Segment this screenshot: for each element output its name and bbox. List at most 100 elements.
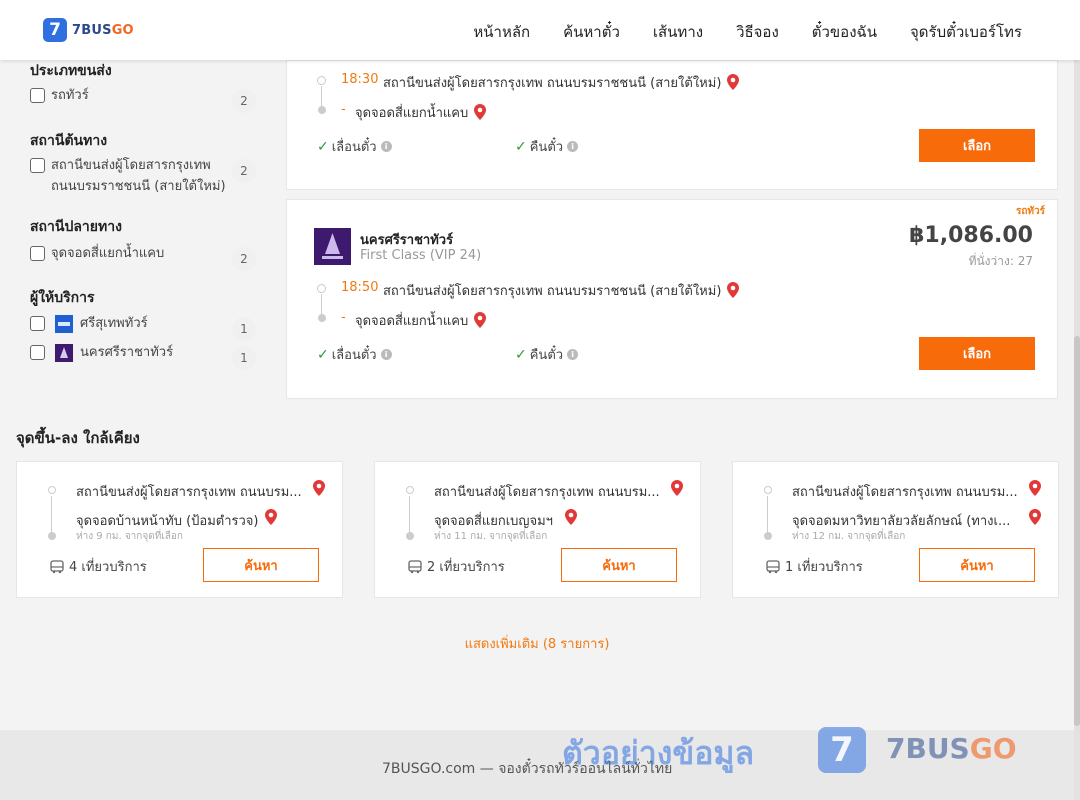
check-icon: ✓ <box>317 138 329 155</box>
map-pin-icon[interactable] <box>1029 509 1041 525</box>
filter-title-operator: ผู้ให้บริการ <box>30 290 95 306</box>
nearby-destination: จุดจอดสี่แยกเบญจมฯ <box>434 514 553 529</box>
nav-routes[interactable]: เส้นทาง <box>653 20 703 44</box>
map-pin-icon[interactable] <box>671 480 683 496</box>
filter-option-label: ศรีสุเทพทัวร์ <box>80 316 148 331</box>
filter-option-operator-nakhonsri[interactable]: นครศรีราชาทัวร์ 1 <box>30 344 256 370</box>
route-end-dot <box>764 532 772 540</box>
route-end-dot <box>318 106 326 114</box>
route-start-dot <box>764 486 772 494</box>
filter-count: 1 <box>232 317 256 341</box>
check-icon: ✓ <box>317 346 329 363</box>
nearby-card: สถานีขนส่งผู้โดยสารกรุงเทพ ถนนบรม... จุด… <box>16 461 343 598</box>
filter-option-operator-srisuthep[interactable]: ศรีสุเทพทัวร์ 1 <box>30 315 256 341</box>
nav-search-tickets[interactable]: ค้นหาตั๋ว <box>563 20 620 44</box>
route-end-dot <box>318 314 326 322</box>
info-icon[interactable]: i <box>567 141 579 152</box>
origin-stop: สถานีขนส่งผู้โดยสารกรุงเทพ ถนนบรมราชชนนี… <box>383 72 740 93</box>
logo-text: 7BUSGO <box>72 22 134 38</box>
seats-available: ที่นั่งว่าง: 27 <box>968 254 1033 268</box>
watermark-logo: 7 <box>818 727 866 773</box>
scrollbar-thumb[interactable] <box>1074 336 1080 726</box>
checkbox[interactable] <box>30 158 45 173</box>
select-trip-button[interactable]: เลือก <box>919 337 1035 370</box>
nearby-distance: ห่าง 9 กม. จากจุดที่เลือก <box>76 531 183 542</box>
filter-count: 2 <box>232 159 256 183</box>
destination-stop: จุดจอดสี่แยกน้ำแคบ <box>355 102 487 123</box>
filter-option-label: นครศรีราชาทัวร์ <box>80 345 174 360</box>
info-icon[interactable]: i <box>380 349 392 360</box>
nearby-trips: 2 เที่ยวบริการ <box>408 556 505 577</box>
map-pin-icon[interactable] <box>727 74 740 90</box>
filter-option-type-tour[interactable]: รถทัวร์ 2 <box>30 87 256 113</box>
checkbox[interactable] <box>30 345 45 360</box>
info-icon[interactable]: i <box>567 349 579 360</box>
filter-count: 2 <box>232 89 256 113</box>
map-pin-icon[interactable] <box>1029 480 1041 496</box>
watermark-text: ตัวอย่างข้อมูล <box>562 734 755 772</box>
filter-option-origin[interactable]: สถานีขนส่งผู้โดยสารกรุงเทพ ถนนบรมราชชนนี … <box>30 157 256 197</box>
watermark-brand: 7BUSGO <box>886 732 1017 765</box>
departure-time: 18:50 <box>341 280 379 295</box>
filter-count: 1 <box>232 346 256 370</box>
route-end-dot <box>48 532 56 540</box>
route-start-dot <box>406 486 414 494</box>
route-start-dot <box>48 486 56 494</box>
map-pin-icon[interactable] <box>474 312 487 328</box>
operator-name: นครศรีราชาทัวร์ <box>360 233 454 248</box>
route-line <box>51 496 52 534</box>
nearby-search-button[interactable]: ค้นหา <box>919 548 1035 582</box>
route-line <box>321 294 322 314</box>
info-icon[interactable]: i <box>380 141 392 152</box>
checkbox[interactable] <box>30 246 45 261</box>
select-trip-button[interactable]: เลือก <box>919 129 1035 162</box>
main-nav: หน้าหลัก ค้นหาตั๋ว เส้นทาง วิธีจอง ตั๋วข… <box>473 20 1022 44</box>
route-line <box>767 496 768 534</box>
nearby-card: สถานีขนส่งผู้โดยสารกรุงเทพ ถนนบรม... จุด… <box>374 461 701 598</box>
checkbox[interactable] <box>30 316 45 331</box>
nav-my-tickets[interactable]: ตั๋วของฉัน <box>812 20 877 44</box>
transport-type-tag: รถทัวร์ <box>1015 206 1045 217</box>
site-logo[interactable]: 7 7BUSGO <box>43 18 134 42</box>
route-dash: - <box>341 102 346 117</box>
filter-option-label: สถานีขนส่งผู้โดยสารกรุงเทพ ถนนบรมราชชนนี … <box>51 158 226 194</box>
filter-option-label: รถทัวร์ <box>51 88 89 103</box>
show-more-link[interactable]: แสดงเพิ่มเติม (8 รายการ) <box>0 633 1074 654</box>
origin-stop: สถานีขนส่งผู้โดยสารกรุงเทพ ถนนบรมราชชนนี… <box>383 280 740 301</box>
check-icon: ✓ <box>515 138 527 155</box>
ticket-price: ฿1,086.00 <box>909 223 1033 248</box>
trip-card: 18:30 สถานีขนส่งผู้โดยสารกรุงเทพ ถนนบรมร… <box>286 60 1058 190</box>
nearby-search-button[interactable]: ค้นหา <box>561 548 677 582</box>
map-pin-icon[interactable] <box>313 480 325 496</box>
operator-logo-srisuthep <box>55 315 73 333</box>
bus-icon <box>408 559 422 573</box>
filter-option-label: จุดจอดสี่แยกน้ำแคบ <box>51 246 165 261</box>
nearby-distance: ห่าง 12 กม. จากจุดที่เลือก <box>792 531 906 542</box>
departure-time: 18:30 <box>341 72 379 87</box>
top-header: 7 7BUSGO หน้าหลัก ค้นหาตั๋ว เส้นทาง วิธี… <box>0 0 1080 60</box>
filter-title-type: ประเภทขนส่ง <box>30 63 112 79</box>
map-pin-icon[interactable] <box>474 104 487 120</box>
filter-count: 2 <box>232 247 256 271</box>
checkbox[interactable] <box>30 88 45 103</box>
nav-how-to-book[interactable]: วิธีจอง <box>736 20 779 44</box>
feature-reschedule: ✓ เลื่อนตั๋ว i <box>317 136 392 157</box>
filter-option-destination[interactable]: จุดจอดสี่แยกน้ำแคบ 2 <box>30 245 256 271</box>
map-pin-icon[interactable] <box>265 509 277 525</box>
map-pin-icon[interactable] <box>565 509 577 525</box>
route-end-dot <box>406 532 414 540</box>
nearby-trips: 4 เที่ยวบริการ <box>50 556 147 577</box>
route-start-dot <box>317 284 326 293</box>
nearby-search-button[interactable]: ค้นหา <box>203 548 319 582</box>
check-icon: ✓ <box>515 346 527 363</box>
route-dash: - <box>341 310 346 325</box>
nearby-destination: จุดจอดบ้านหน้าทับ (ป้อมตำรวจ) <box>76 514 259 529</box>
nearby-origin: สถานีขนส่งผู้โดยสารกรุงเทพ ถนนบรม... <box>76 485 302 500</box>
feature-refund: ✓ คืนตั๋ว i <box>515 136 579 157</box>
nearby-origin: สถานีขนส่งผู้โดยสารกรุงเทพ ถนนบรม... <box>434 485 660 500</box>
logo-mark: 7 <box>43 18 67 42</box>
nav-home[interactable]: หน้าหลัก <box>473 20 530 44</box>
nearby-distance: ห่าง 11 กม. จากจุดที่เลือก <box>434 531 548 542</box>
map-pin-icon[interactable] <box>727 282 740 298</box>
nav-ticket-pickup[interactable]: จุดรับตั๋วเบอร์โทร <box>910 20 1022 44</box>
